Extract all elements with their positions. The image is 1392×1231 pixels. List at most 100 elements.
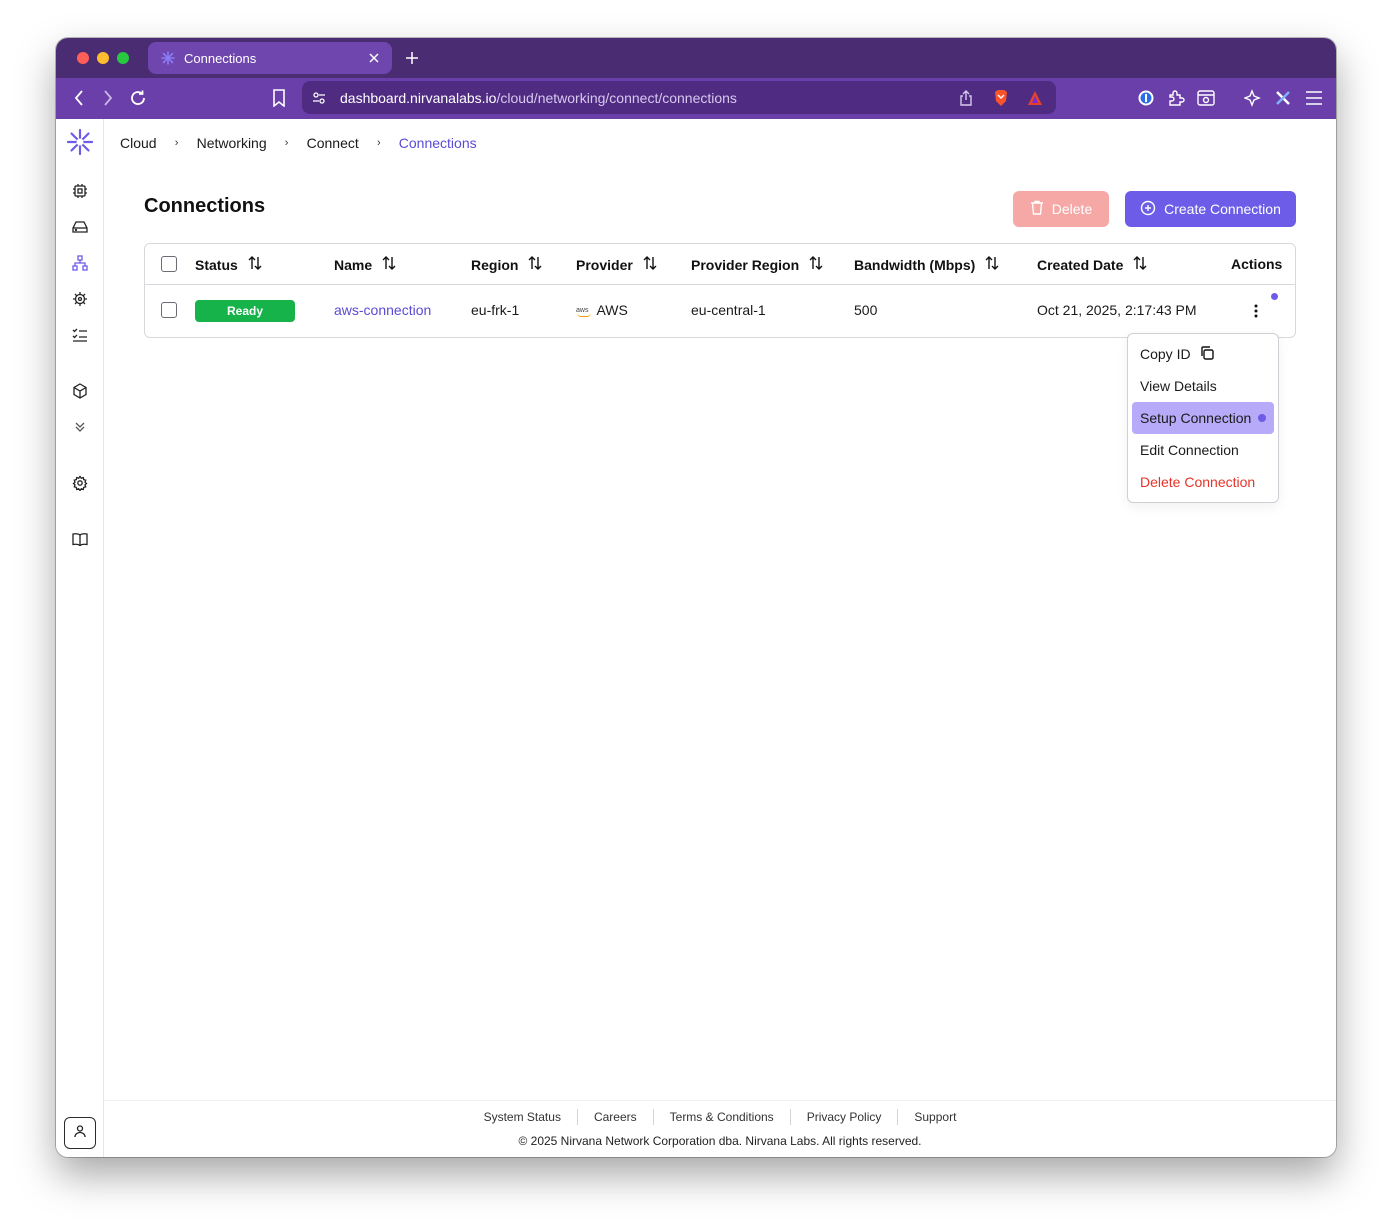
page-title: Connections (144, 195, 266, 217)
sort-icon[interactable] (248, 256, 262, 273)
extension-x-icon[interactable] (1272, 87, 1294, 109)
menu-item-view-details[interactable]: View Details (1132, 370, 1274, 402)
reload-icon[interactable] (127, 87, 149, 109)
share-icon[interactable] (957, 89, 975, 107)
provider-label: AWS (596, 302, 628, 318)
minimize-window-button[interactable] (97, 52, 109, 64)
breadcrumb-separator-icon: › (174, 137, 179, 149)
sort-icon[interactable] (528, 256, 542, 273)
connections-table: Status Name Region Provider Provider Reg… (144, 243, 1296, 338)
menu-item-edit-connection[interactable]: Edit Connection (1132, 434, 1274, 466)
forward-icon[interactable] (97, 87, 119, 109)
breadcrumb-separator-icon: › (284, 137, 289, 149)
row-actions-menu: Copy ID View Details Setup Connection Ed… (1127, 333, 1279, 503)
sort-icon[interactable] (809, 256, 823, 273)
breadcrumb-networking[interactable]: Networking (197, 135, 267, 151)
menu-icon[interactable] (1303, 87, 1325, 109)
menu-item-delete-connection[interactable]: Delete Connection (1132, 466, 1274, 498)
column-header-provider[interactable]: Provider (576, 256, 657, 273)
drive-icon[interactable] (70, 217, 90, 237)
connection-name-link[interactable]: aws-connection (334, 302, 431, 318)
created-date-cell: Oct 21, 2025, 2:17:43 PM (1037, 302, 1197, 318)
breadcrumb-cloud[interactable]: Cloud (120, 135, 157, 151)
breadcrumb-connections[interactable]: Connections (399, 135, 477, 151)
sidebar-toggle-icon[interactable] (1195, 87, 1217, 109)
back-icon[interactable] (68, 87, 90, 109)
trash-icon (1030, 200, 1044, 218)
browser-window: Connections dashboard.nirvanalabs.io/clo… (56, 38, 1336, 1157)
column-header-status[interactable]: Status (195, 256, 262, 273)
column-header-provider-region[interactable]: Provider Region (691, 256, 823, 273)
menu-item-setup-connection[interactable]: Setup Connection (1132, 402, 1274, 434)
breadcrumb-separator-icon: › (376, 137, 381, 149)
column-header-name[interactable]: Name (334, 256, 396, 273)
copyright-text: © 2025 Nirvana Network Corporation dba. … (518, 1134, 922, 1148)
new-tab-icon[interactable] (402, 48, 422, 68)
sidebar (56, 119, 104, 1157)
nirvana-logo-icon[interactable] (64, 126, 96, 158)
settings-icon[interactable] (70, 473, 90, 493)
footer: System Status Careers Terms & Conditions… (104, 1100, 1336, 1157)
chevrons-down-icon[interactable] (70, 417, 90, 437)
tab-bar: Connections (56, 38, 1336, 78)
column-header-bandwidth[interactable]: Bandwidth (Mbps) (854, 256, 999, 273)
sort-icon[interactable] (643, 256, 657, 273)
user-icon (73, 1124, 87, 1143)
brave-rewards-icon[interactable] (1026, 89, 1044, 107)
checklist-icon[interactable] (70, 325, 90, 345)
indicator-dot (1258, 414, 1266, 422)
browser-tab[interactable]: Connections (148, 42, 392, 74)
app-content: Cloud › Networking › Connect › Connectio… (56, 119, 1336, 1157)
column-header-created-date[interactable]: Created Date (1037, 256, 1147, 273)
delete-button-label: Delete (1051, 201, 1093, 217)
delete-button[interactable]: Delete (1013, 191, 1109, 227)
notification-dot (1271, 293, 1278, 300)
package-icon[interactable] (70, 381, 90, 401)
tab-title: Connections (184, 50, 257, 66)
footer-link-careers[interactable]: Careers (576, 1109, 653, 1125)
extensions-icon[interactable] (1165, 87, 1187, 109)
user-account-button[interactable] (64, 1117, 96, 1149)
brave-shields-icon[interactable] (992, 89, 1010, 107)
sort-icon[interactable] (985, 256, 999, 273)
region-cell: eu-frk-1 (471, 302, 520, 318)
row-checkbox[interactable] (161, 302, 177, 318)
footer-link-terms[interactable]: Terms & Conditions (652, 1109, 790, 1125)
url-text: dashboard.nirvanalabs.io/cloud/networkin… (340, 90, 737, 106)
status-badge: Ready (195, 300, 295, 322)
chip-icon[interactable] (70, 181, 90, 201)
breadcrumb: Cloud › Networking › Connect › Connectio… (120, 135, 477, 151)
footer-link-system-status[interactable]: System Status (468, 1109, 577, 1125)
nirvana-favicon-icon (160, 50, 176, 66)
select-all-checkbox[interactable] (161, 256, 177, 272)
kebab-menu-icon[interactable] (1248, 302, 1264, 320)
bookmark-icon[interactable] (268, 87, 290, 109)
site-settings-icon[interactable] (310, 89, 328, 107)
leo-ai-icon[interactable] (1242, 87, 1264, 109)
address-bar[interactable]: dashboard.nirvanalabs.io/cloud/networkin… (302, 81, 1056, 114)
table-header: Status Name Region Provider Provider Reg… (145, 244, 1295, 285)
column-header-region[interactable]: Region (471, 256, 542, 273)
browser-toolbar: dashboard.nirvanalabs.io/cloud/networkin… (56, 78, 1336, 119)
close-window-button[interactable] (77, 52, 89, 64)
network-icon[interactable] (70, 253, 90, 273)
copy-icon (1199, 345, 1215, 364)
provider-cell: aws AWS (576, 302, 628, 318)
close-tab-icon[interactable] (366, 50, 382, 66)
provider-region-cell: eu-central-1 (691, 302, 766, 318)
create-connection-button[interactable]: Create Connection (1125, 191, 1296, 227)
plus-circle-icon (1140, 200, 1156, 219)
column-header-actions: Actions (1231, 256, 1283, 272)
breadcrumb-connect[interactable]: Connect (307, 135, 359, 151)
aws-logo-icon: aws (576, 306, 592, 317)
zoom-window-button[interactable] (117, 52, 129, 64)
footer-link-support[interactable]: Support (897, 1109, 972, 1125)
helm-icon[interactable] (70, 289, 90, 309)
footer-link-privacy[interactable]: Privacy Policy (789, 1109, 898, 1125)
book-icon[interactable] (70, 529, 90, 549)
sort-icon[interactable] (382, 256, 396, 273)
menu-item-copy-id[interactable]: Copy ID (1132, 338, 1274, 370)
extension-1password-icon[interactable] (1135, 87, 1157, 109)
create-connection-label: Create Connection (1164, 201, 1281, 217)
sort-icon[interactable] (1133, 256, 1147, 273)
